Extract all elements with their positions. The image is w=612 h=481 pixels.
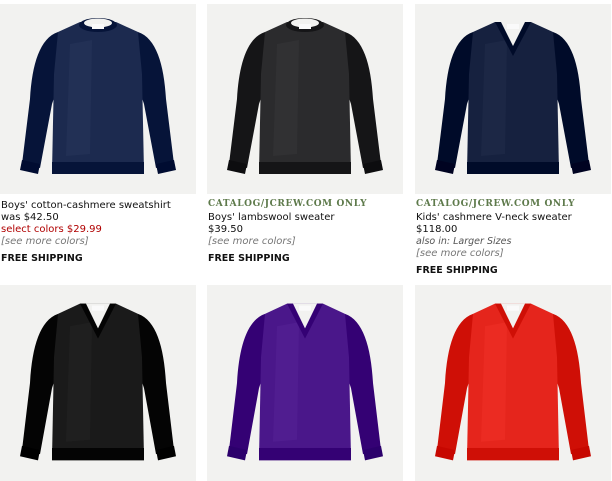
product-card: [415, 285, 611, 481]
product-card: Boys' cotton-cashmere sweatshirt was $42…: [0, 4, 196, 265]
product-card: [207, 285, 403, 481]
catalog-only-label: CATALOG/JCREW.COM ONLY: [208, 199, 368, 209]
also-in-larger-sizes[interactable]: also in: Larger Sizes: [416, 236, 611, 248]
product-name-link[interactable]: Boys' lambswool sweater: [208, 212, 403, 224]
free-shipping-label: FREE SHIPPING: [208, 253, 290, 264]
product-image[interactable]: [207, 4, 403, 194]
product-card: [0, 285, 196, 481]
product-name-link[interactable]: Boys' cotton-cashmere sweatshirt: [1, 200, 196, 212]
sweater-graphic: [20, 18, 176, 174]
product-name-link[interactable]: Kids' cashmere V-neck sweater: [416, 212, 611, 224]
product-image[interactable]: [415, 4, 611, 194]
sweater-graphic: [227, 18, 383, 174]
price: $118.00: [416, 224, 458, 235]
sweater-graphic: [227, 303, 383, 461]
product-card: CATALOG/JCREW.COM ONLY Kids' cashmere V-…: [415, 4, 611, 277]
see-more-colors-link[interactable]: [see more colors]: [1, 236, 196, 248]
product-image[interactable]: [207, 285, 403, 481]
catalog-only-label: CATALOG/JCREW.COM ONLY: [416, 199, 576, 209]
sale-price: select colors $29.99: [1, 224, 102, 235]
product-image[interactable]: [0, 285, 196, 481]
see-more-colors-link[interactable]: [see more colors]: [208, 236, 403, 248]
product-grid: Boys' cotton-cashmere sweatshirt was $42…: [0, 0, 612, 481]
price: $39.50: [208, 224, 243, 235]
free-shipping-label: FREE SHIPPING: [1, 253, 83, 264]
sweater-graphic: [20, 303, 176, 461]
see-more-colors-link[interactable]: [see more colors]: [416, 248, 611, 260]
was-price: was $42.50: [1, 212, 59, 223]
sweater-graphic: [435, 303, 591, 461]
product-image[interactable]: [415, 285, 611, 481]
sweater-graphic: [435, 22, 591, 174]
free-shipping-label: FREE SHIPPING: [416, 265, 498, 276]
product-card: CATALOG/JCREW.COM ONLY Boys' lambswool s…: [207, 4, 403, 265]
product-image[interactable]: [0, 4, 196, 194]
